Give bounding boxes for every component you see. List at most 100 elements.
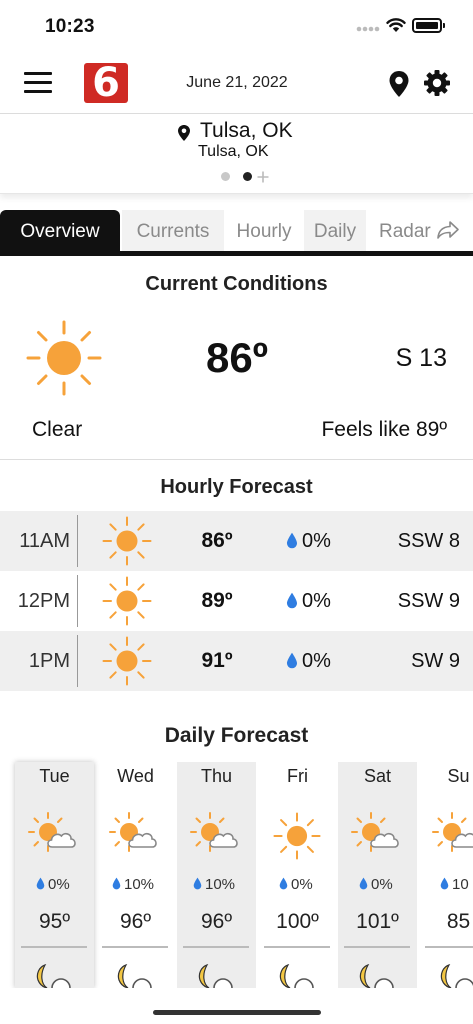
battery-icon: [412, 18, 445, 33]
daily-column[interactable]: Wed 10% 96º: [96, 762, 175, 998]
status-bar: 10:23: [0, 0, 473, 52]
daily-precip: 10%: [205, 876, 236, 893]
moon-icon: [440, 963, 473, 998]
raindrop-icon: [286, 592, 298, 609]
page-dot-active[interactable]: [243, 172, 252, 181]
sun-icon: [273, 812, 321, 860]
sun-icon: [102, 516, 152, 566]
hourly-temp: 91º: [201, 649, 233, 672]
daily-icon: [432, 810, 473, 863]
current-conditions-card: Current Conditions 86º S 13 Clear Feels …: [0, 256, 473, 460]
tab-overview[interactable]: Overview: [0, 210, 120, 251]
current-temperature: 86º: [205, 334, 269, 381]
location-bar[interactable]: Tulsa, OK Tulsa, OK: [0, 114, 473, 194]
daily-high: 101º: [356, 910, 399, 933]
partly-cloudy-icon: [351, 812, 399, 852]
hourly-wind: SSW 9: [397, 590, 460, 612]
daily-icon: [109, 810, 161, 863]
raindrop-icon: [279, 877, 288, 890]
daily-precip: 0%: [291, 876, 313, 893]
daily-day: Tue: [39, 766, 70, 786]
section-tabs: Overview Currents Hourly Daily Radar: [0, 210, 473, 256]
daily-precip: 0%: [371, 876, 393, 893]
tab-currents[interactable]: Currents: [122, 210, 224, 251]
app-header: 6 June 21, 2022: [0, 52, 473, 114]
hourly-row[interactable]: 1PM 91º 0% SW 9: [0, 631, 473, 691]
daily-column[interactable]: Fri 0% 100º: [258, 762, 337, 998]
location-subtitle: Tulsa, OK: [198, 143, 269, 160]
daily-column[interactable]: Su 10 85: [419, 762, 473, 998]
daily-column[interactable]: Sat 0% 101º: [338, 762, 417, 998]
page-dot[interactable]: [221, 172, 230, 181]
daily-drop: [112, 877, 121, 895]
hourly-forecast-title: Hourly Forecast: [160, 476, 313, 498]
sun-icon: [102, 636, 152, 686]
page-indicator[interactable]: [221, 170, 271, 184]
raindrop-icon: [112, 877, 121, 890]
hourly-time: 12PM: [17, 590, 70, 612]
daily-drop: [193, 877, 202, 895]
partly-cloudy-icon: [28, 812, 76, 852]
daily-day: Fri: [287, 766, 308, 786]
partly-cloudy-icon: [109, 812, 157, 852]
daily-precip: 10%: [124, 876, 155, 893]
current-wind: S 13: [395, 344, 447, 372]
daily-day: Thu: [200, 766, 233, 786]
add-location-icon[interactable]: [257, 171, 269, 183]
daily-high: 96º: [119, 910, 152, 933]
hourly-time: 1PM: [28, 650, 70, 672]
daily-forecast-title: Daily Forecast: [164, 724, 309, 747]
daily-divider: [21, 946, 87, 948]
row-divider: [77, 575, 78, 627]
daily-icon: [190, 810, 242, 863]
hourly-row[interactable]: 12PM 89º 0% SSW 9: [0, 571, 473, 631]
daily-divider: [264, 946, 330, 948]
hourly-temp: 86º: [201, 529, 233, 552]
hourly-icon: [102, 576, 152, 631]
tab-hourly[interactable]: Hourly: [228, 210, 300, 251]
daily-drop: [279, 877, 288, 895]
hourly-precip: 0%: [302, 650, 331, 672]
daily-column[interactable]: Thu 10% 96º: [177, 762, 256, 998]
raindrop-icon: [286, 532, 298, 549]
hourly-wind: SW 9: [411, 650, 460, 672]
daily-high: 96º: [200, 910, 233, 933]
home-indicator[interactable]: [153, 1010, 321, 1015]
hourly-time: 11AM: [19, 530, 70, 552]
station-logo[interactable]: 6: [84, 60, 128, 106]
row-divider: [77, 515, 78, 567]
moon-icon: [36, 963, 71, 998]
daily-high: 95º: [38, 910, 71, 933]
raindrop-icon: [286, 652, 298, 669]
tab-radar[interactable]: Radar: [370, 210, 473, 251]
menu-icon[interactable]: [24, 72, 52, 96]
share-arrow-icon: [437, 221, 459, 239]
moon-icon: [279, 963, 314, 998]
gear-icon[interactable]: [423, 69, 451, 97]
status-time: 10:23: [45, 16, 95, 37]
sun-icon: [102, 576, 152, 626]
daily-drop: [440, 877, 449, 895]
tab-daily[interactable]: Daily: [304, 210, 366, 251]
hourly-row[interactable]: 11AM 86º 0% SSW 8: [0, 511, 473, 571]
location-pin-icon[interactable]: [388, 70, 410, 98]
cellular-signal-icon: [356, 26, 380, 32]
partly-cloudy-icon: [432, 812, 473, 852]
logo-text: 6: [92, 60, 120, 106]
hourly-icon: [102, 516, 152, 571]
home-area: [0, 988, 473, 1024]
location-marker-icon: [178, 125, 190, 141]
current-conditions-title: Current Conditions: [145, 273, 328, 295]
daily-high: 85: [446, 910, 471, 933]
daily-column[interactable]: Tue 0% 95º: [15, 762, 94, 998]
hourly-drop: [286, 652, 298, 674]
feels-like: Feels like 89º: [321, 418, 447, 441]
raindrop-icon: [36, 877, 45, 890]
daily-icon: [28, 810, 80, 863]
hourly-wind: SSW 8: [397, 530, 460, 552]
hourly-drop: [286, 532, 298, 554]
daily-drop: [359, 877, 368, 895]
moon-icon: [359, 963, 394, 998]
tab-radar-label: Radar: [379, 221, 431, 242]
daily-day: Sat: [363, 766, 392, 786]
